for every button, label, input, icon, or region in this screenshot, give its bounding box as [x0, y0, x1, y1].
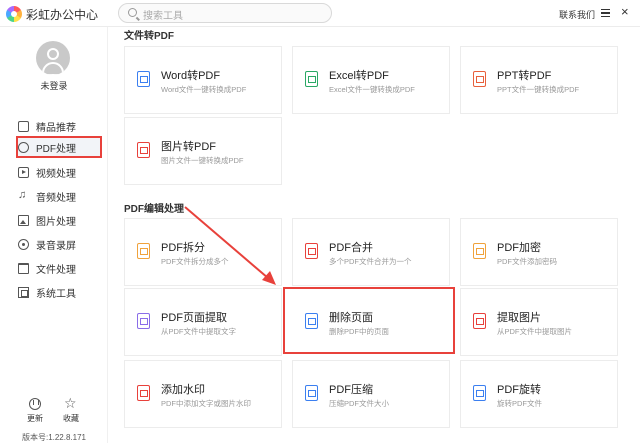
annotation-arrow: [184, 206, 276, 285]
